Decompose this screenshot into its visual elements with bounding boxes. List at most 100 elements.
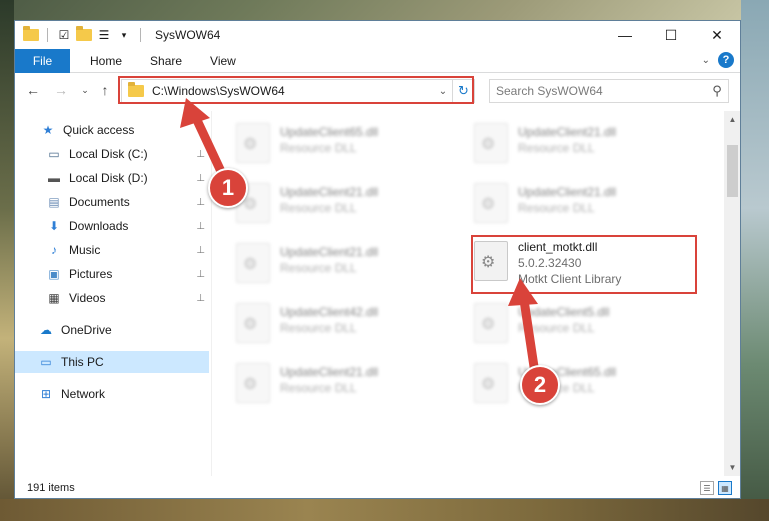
file-item[interactable]: UpdateClient21.dll Resource DLL	[236, 359, 466, 407]
scroll-down-icon[interactable]: ▼	[724, 459, 740, 476]
pin-icon[interactable]: ⊥	[196, 149, 205, 160]
pin-icon[interactable]: ⊥	[196, 173, 205, 184]
sidebar-item-label: Pictures	[69, 267, 113, 281]
file-name: UpdateClient21.dll	[280, 185, 379, 199]
pictures-icon: ▣	[48, 267, 60, 281]
chevron-down-icon[interactable]: ▾	[116, 27, 132, 43]
file-item[interactable]: UpdateClient21.dll Resource DLL	[474, 179, 704, 227]
file-item[interactable]: UpdateClient21.dll Resource DLL	[236, 179, 466, 227]
sidebar-item-quick-access[interactable]: ★ Quick access	[15, 119, 209, 141]
desktop-bottom-edge	[0, 499, 769, 521]
back-button[interactable]: ←	[23, 81, 43, 99]
scroll-up-icon[interactable]: ▲	[724, 111, 740, 128]
toolbar-separator	[47, 28, 48, 42]
sidebar-item-music[interactable]: ♪ Music ⊥	[15, 239, 209, 261]
window-controls: — ☐ ✕	[602, 21, 740, 49]
close-button[interactable]: ✕	[694, 21, 740, 49]
maximize-button[interactable]: ☐	[648, 21, 694, 49]
sidebar-item-label: Quick access	[63, 123, 135, 137]
file-item[interactable]: UpdateClient21.dll Resource DLL	[236, 239, 466, 287]
toolbar-separator	[140, 28, 141, 42]
title-bar: ☑ ☰ ▾ SysWOW64 — ☐ ✕	[15, 21, 740, 49]
file-type: Resource DLL	[280, 321, 357, 335]
sidebar-item-this-pc[interactable]: ▭ This PC	[15, 351, 209, 373]
onedrive-icon: ☁	[40, 323, 52, 337]
status-bar: 191 items ☰ ▦	[15, 476, 740, 498]
tab-view[interactable]: View	[196, 49, 250, 73]
pin-icon[interactable]: ⊥	[196, 197, 205, 208]
file-item[interactable]: UpdateClient42.dll Resource DLL	[236, 299, 466, 347]
file-type: Resource DLL	[518, 201, 595, 215]
file-name: UpdateClient21.dll	[280, 365, 379, 379]
pin-icon[interactable]: ⊥	[196, 269, 205, 280]
new-folder-icon[interactable]	[76, 26, 92, 41]
dll-file-icon	[474, 123, 508, 163]
sidebar-item-documents[interactable]: ▤ Documents ⊥	[15, 191, 209, 213]
sidebar-item-label: Network	[61, 387, 106, 401]
help-icon[interactable]: ?	[718, 52, 734, 68]
expand-ribbon-icon[interactable]: ⌄	[702, 55, 710, 66]
sidebar-item-pictures[interactable]: ▣ Pictures ⊥	[15, 263, 209, 285]
pin-icon[interactable]: ⊥	[196, 221, 205, 232]
file-type: Resource DLL	[518, 321, 595, 335]
sidebar-item-label: Local Disk (C:)	[69, 147, 148, 161]
navigation-pane: ★ Quick access ▭ Local Disk (C:) ⊥ ▬ Loc…	[15, 111, 211, 476]
address-highlight-box	[118, 76, 474, 104]
sidebar-item-videos[interactable]: ▦ Videos ⊥	[15, 287, 209, 309]
tab-share[interactable]: Share	[136, 49, 196, 73]
ribbon-right-controls: ⌄ ?	[702, 52, 734, 68]
file-item[interactable]: UpdateClient65.dll Resource DLL	[474, 359, 704, 407]
sidebar-item-onedrive[interactable]: ☁ OneDrive	[15, 319, 209, 341]
file-type: Resource DLL	[280, 201, 357, 215]
details-view-icon[interactable]: ☰	[700, 481, 714, 495]
file-name: UpdateClient21.dll	[280, 245, 379, 259]
search-input[interactable]	[496, 81, 706, 101]
forward-button[interactable]: →	[51, 81, 71, 99]
sidebar-item-label: Documents	[69, 195, 130, 209]
pin-icon[interactable]: ⊥	[196, 293, 205, 304]
minimize-button[interactable]: —	[602, 21, 648, 49]
file-name: UpdateClient21.dll	[518, 185, 617, 199]
downloads-icon: ⬇	[48, 219, 60, 233]
videos-icon: ▦	[48, 291, 60, 305]
dll-file-icon	[474, 303, 508, 343]
up-button[interactable]: ↑	[95, 81, 115, 99]
search-box[interactable]: ⚲	[489, 79, 729, 103]
network-icon: ⊞	[40, 387, 52, 401]
customize-toolbar-icon[interactable]: ☰	[96, 27, 112, 43]
file-item[interactable]: UpdateClient21.dll Resource DLL	[474, 119, 704, 167]
file-name: UpdateClient65.dll	[280, 125, 379, 139]
sidebar-item-local-disk-c[interactable]: ▭ Local Disk (C:) ⊥	[15, 143, 209, 165]
sidebar-item-downloads[interactable]: ⬇ Downloads ⊥	[15, 215, 209, 237]
desktop-left-edge	[0, 0, 14, 521]
sidebar-item-local-disk-d[interactable]: ▬ Local Disk (D:) ⊥	[15, 167, 209, 189]
vertical-scrollbar[interactable]: ▲ ▼	[724, 111, 740, 476]
properties-icon[interactable]: ☑	[56, 27, 72, 43]
recent-locations-button[interactable]: ⌄	[75, 81, 95, 99]
tiles-view-icon[interactable]: ▦	[718, 481, 732, 495]
step-badge-1: 1	[208, 168, 248, 208]
sidebar-item-label: OneDrive	[61, 323, 112, 337]
star-icon: ★	[42, 123, 54, 137]
tab-home[interactable]: Home	[76, 49, 136, 73]
computer-icon: ▭	[40, 355, 52, 369]
dll-file-icon	[236, 363, 270, 403]
file-name: UpdateClient21.dll	[518, 125, 617, 139]
drive-icon: ▬	[48, 171, 60, 185]
sidebar-item-label: Downloads	[69, 219, 129, 233]
drive-icon: ▭	[48, 147, 60, 161]
search-icon[interactable]: ⚲	[706, 83, 728, 99]
ribbon-tabs: File Home Share View ⌄ ?	[15, 48, 740, 73]
dll-file-icon	[474, 183, 508, 223]
scrollbar-thumb[interactable]	[727, 145, 738, 197]
tab-file[interactable]: File	[15, 48, 70, 73]
file-item[interactable]: UpdateClient5.dll Resource DLL	[474, 299, 704, 347]
pin-icon[interactable]: ⊥	[196, 245, 205, 256]
quick-access-toolbar: ☑ ☰ ▾	[23, 26, 145, 43]
documents-icon: ▤	[48, 195, 60, 209]
view-toggle: ☰ ▦	[700, 481, 732, 495]
file-item[interactable]: UpdateClient65.dll Resource DLL	[236, 119, 466, 167]
window-title: SysWOW64	[155, 28, 221, 42]
sidebar-item-network[interactable]: ⊞ Network	[15, 383, 209, 405]
item-count: 191 items	[27, 482, 75, 494]
